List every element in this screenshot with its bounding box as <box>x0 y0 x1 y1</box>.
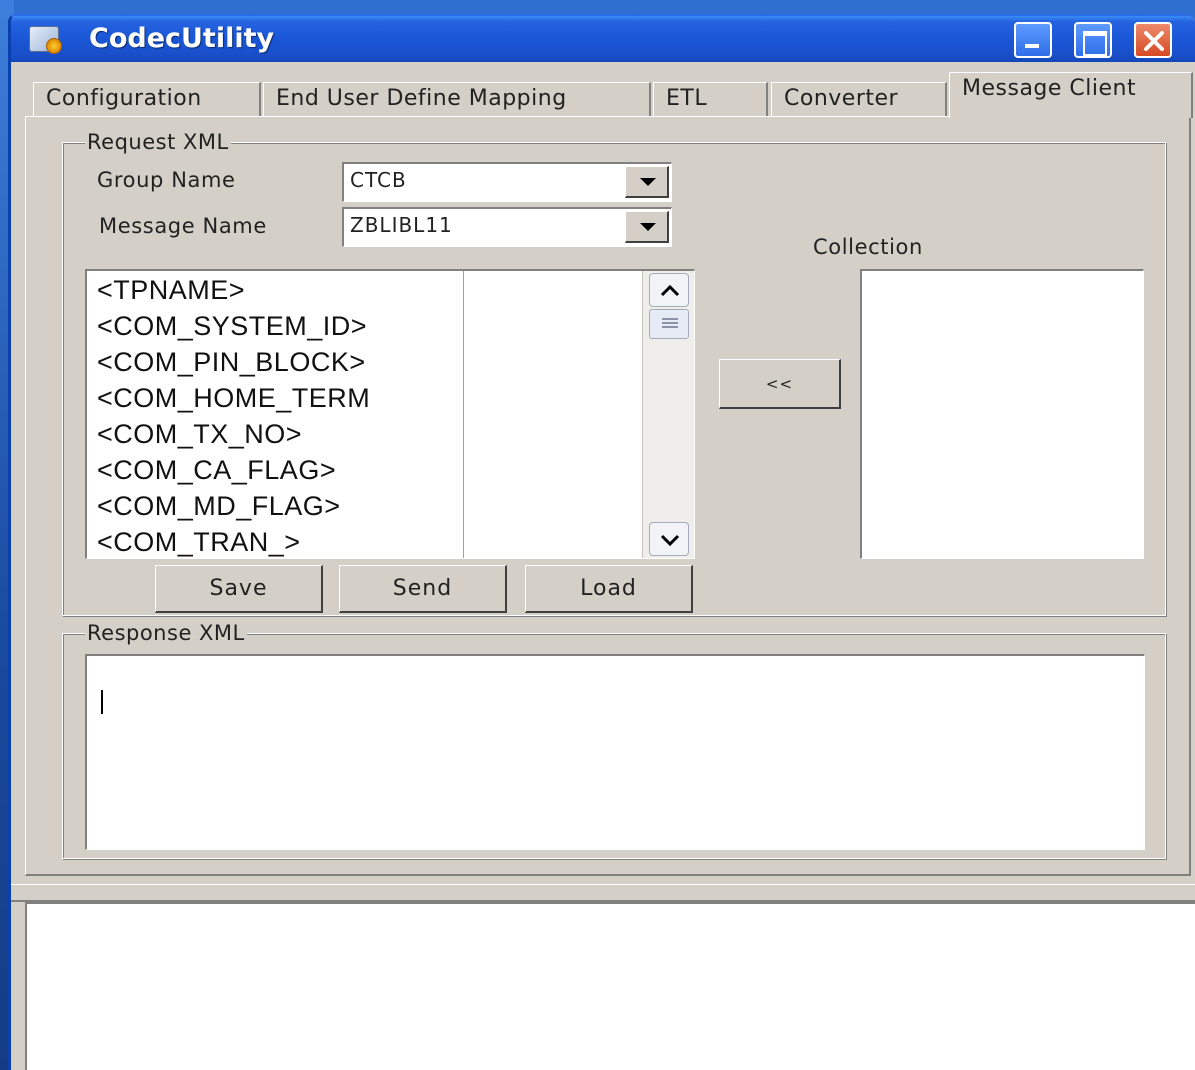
save-button[interactable]: Save <box>155 565 323 613</box>
group-name-label: Group Name <box>97 168 236 192</box>
list-item[interactable]: <COM_PIN_BLOCK> <box>97 347 366 378</box>
response-xml-legend: Response XML <box>85 621 247 645</box>
move-to-list-button[interactable]: << <box>719 359 841 409</box>
group-name-value: CTCB <box>350 168 407 192</box>
maximize-button[interactable] <box>1074 22 1112 58</box>
tab-etl[interactable]: ETL <box>653 82 768 116</box>
list-item[interactable]: <COM_SYSTEM_ID> <box>97 311 367 342</box>
tab-label: Configuration <box>46 86 202 111</box>
list-item[interactable]: <COM_MD_FLAG> <box>97 491 341 522</box>
list-item[interactable]: <COM_HOME_TERM <box>97 383 370 414</box>
window-title: CodecUtility <box>89 23 275 54</box>
codec-utility-window: CodecUtility Configuration End User Defi… <box>8 14 1195 1070</box>
chevron-down-icon <box>660 534 680 547</box>
minimize-button[interactable] <box>1014 22 1052 58</box>
response-xml-textarea[interactable] <box>85 654 1145 850</box>
scroll-up-button[interactable] <box>649 273 689 307</box>
tab-configuration[interactable]: Configuration <box>33 82 261 116</box>
close-button[interactable] <box>1134 22 1172 58</box>
message-name-select[interactable]: ZBLIBL11 <box>342 207 672 247</box>
tab-message-client[interactable]: Message Client <box>949 72 1193 118</box>
log-output-area[interactable] <box>25 902 1195 1070</box>
tab-label: End User Define Mapping <box>276 86 567 111</box>
scroll-thumb[interactable] <box>649 309 689 339</box>
tab-label: Message Client <box>962 76 1137 101</box>
dropdown-arrow-icon[interactable] <box>625 211 669 243</box>
list-scrollbar[interactable] <box>642 271 694 558</box>
request-field-list[interactable]: <TPNAME> <COM_SYSTEM_ID> <COM_PIN_BLOCK>… <box>85 269 695 559</box>
list-item[interactable]: <COM_TX_NO> <box>97 419 302 450</box>
request-xml-group: Request XML Group Name CTCB Message Name… <box>62 130 1166 616</box>
group-name-select[interactable]: CTCB <box>342 162 672 202</box>
tab-label: ETL <box>666 86 708 111</box>
scroll-down-button[interactable] <box>649 522 689 556</box>
chevron-up-icon <box>660 284 680 297</box>
text-caret <box>101 690 103 714</box>
request-xml-legend: Request XML <box>85 130 231 154</box>
send-button[interactable]: Send <box>339 565 507 613</box>
tab-end-user-define-mapping[interactable]: End User Define Mapping <box>263 82 651 116</box>
tab-label: Converter <box>784 86 899 111</box>
column-divider <box>463 271 464 558</box>
message-name-value: ZBLIBL11 <box>350 213 453 237</box>
message-client-pane: Request XML Group Name CTCB Message Name… <box>25 116 1191 876</box>
title-bar[interactable]: CodecUtility <box>11 16 1195 62</box>
list-item[interactable]: <COM_TRAN_> <box>97 527 301 558</box>
collection-list[interactable] <box>860 269 1144 559</box>
panel-splitter[interactable] <box>11 884 1195 902</box>
tab-strip: Configuration End User Define Mapping ET… <box>11 62 1195 122</box>
collection-label: Collection <box>813 235 923 259</box>
message-name-label: Message Name <box>99 214 267 238</box>
response-xml-group: Response XML <box>62 621 1166 859</box>
dropdown-arrow-icon[interactable] <box>625 166 669 198</box>
close-icon <box>1144 31 1164 51</box>
list-item[interactable]: <COM_CA_FLAG> <box>97 455 336 486</box>
tab-converter[interactable]: Converter <box>771 82 947 116</box>
load-button[interactable]: Load <box>525 565 693 613</box>
app-icon <box>29 26 62 54</box>
list-item[interactable]: <TPNAME> <box>97 275 245 306</box>
